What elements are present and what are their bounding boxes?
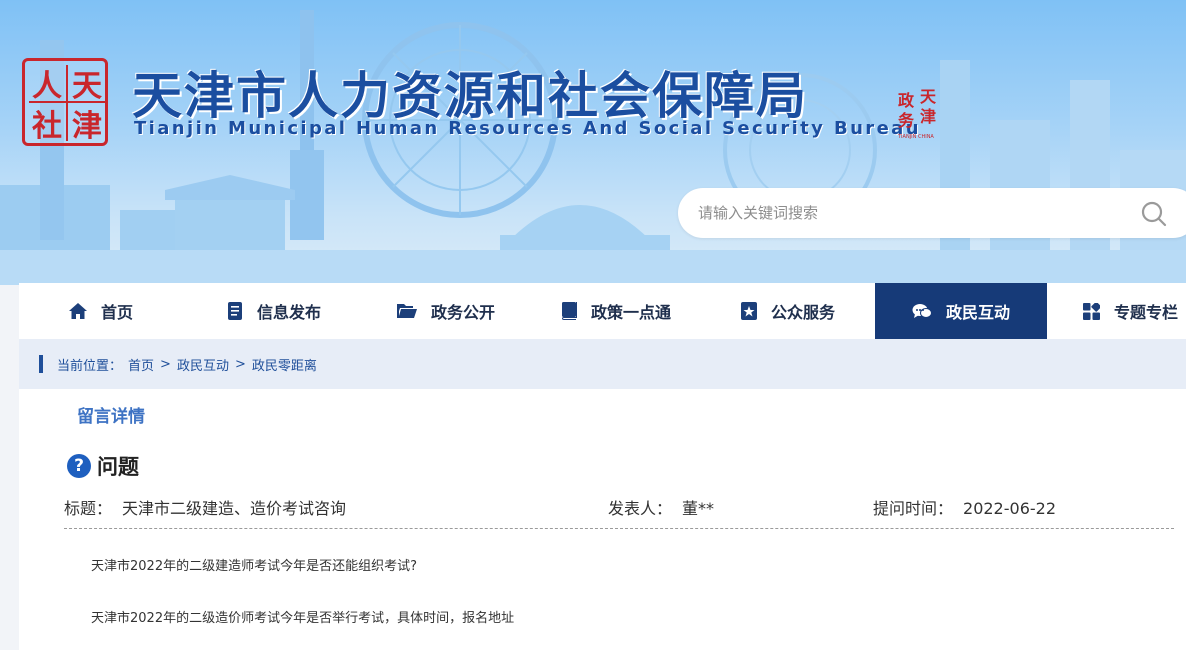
svg-text:津: 津 — [920, 107, 936, 126]
nav-item-special-topics[interactable]: 专题专栏 — [1083, 283, 1178, 339]
seal-char: 人 — [32, 69, 62, 104]
time-label: 提问时间： — [873, 499, 954, 518]
nav-label: 政民互动 — [945, 303, 1010, 322]
nav-item-policy[interactable]: 政策一点通 — [561, 283, 671, 339]
question-mark-icon: ? — [67, 454, 91, 478]
author-value: 董** — [682, 499, 715, 518]
nav-label: 专题专栏 — [1114, 303, 1179, 322]
breadcrumb-link-interaction[interactable]: 政民互动 — [177, 355, 229, 374]
svg-text:天: 天 — [920, 87, 937, 106]
chat-icon — [912, 304, 932, 318]
nav-label: 信息发布 — [257, 303, 322, 322]
question-paragraph: 天津市2022年的二级造价师考试今年是否举行考试，具体时间，报名地址 — [91, 611, 515, 626]
search-bar — [678, 188, 1186, 238]
site-title-english: Tianjin Municipal Human Resources And So… — [134, 118, 921, 139]
seal-char: 社 — [32, 109, 62, 144]
dashed-divider — [64, 528, 1174, 529]
nav-label: 首页 — [101, 303, 134, 322]
title-label: 标题： — [64, 499, 113, 518]
question-heading: ? 问题 — [67, 451, 139, 481]
author-label: 发表人： — [608, 499, 673, 518]
breadcrumb-prefix: 当前位置： — [57, 358, 123, 374]
bureau-seal-logo: 人 天 社 津 — [22, 58, 108, 146]
question-time-row: 提问时间： 2022-06-22 — [873, 495, 1056, 519]
star-bookmark-icon — [741, 302, 757, 320]
nav-item-public-service[interactable]: 公众服务 — [741, 283, 835, 339]
breadcrumb-link-zero-distance[interactable]: 政民零距离 — [252, 355, 317, 374]
breadcrumb-separator: > — [234, 356, 246, 372]
breadcrumb-marker — [39, 355, 43, 373]
question-heading-text: 问题 — [97, 455, 139, 479]
question-paragraph: 天津市2022年的二级建造师考试今年是否还能组织考试? — [91, 559, 417, 574]
breadcrumb: 当前位置： 首页 > 政民互动 > 政民零距离 — [19, 339, 1186, 389]
home-icon — [69, 303, 87, 319]
svg-text:TIANJIN CHINA: TIANJIN CHINA — [897, 134, 934, 140]
nav-item-home[interactable]: 首页 — [69, 283, 133, 339]
seal-char: 天 — [72, 69, 102, 104]
nav-label: 政务公开 — [431, 303, 496, 322]
nav-label: 公众服务 — [771, 303, 836, 322]
nav-item-interaction[interactable]: 政民互动 — [875, 283, 1047, 339]
city-skyline-illustration — [0, 10, 1186, 285]
seal-char: 津 — [72, 109, 102, 144]
main-navigation: 首页 信息发布 政务公开 政策一点通 公众服务 政民互动 专题专栏 — [19, 283, 1186, 339]
grid-icon — [1083, 302, 1100, 320]
question-author-row: 发表人： 董** — [608, 495, 714, 519]
nav-item-government-affairs[interactable]: 政务公开 — [397, 283, 495, 339]
message-detail-panel: 留言详情 ? 问题 标题： 天津市二级建造、造价考试咨询 发表人： 董** 提问时间… — [19, 389, 1186, 650]
title-value: 天津市二级建造、造价考试咨询 — [122, 499, 347, 518]
breadcrumb-link-home[interactable]: 首页 — [128, 355, 154, 374]
svg-text:政: 政 — [898, 91, 915, 110]
nav-item-info-release[interactable]: 信息发布 — [227, 283, 321, 339]
question-title-row: 标题： 天津市二级建造、造价考试咨询 — [64, 495, 346, 519]
breadcrumb-separator: > — [160, 356, 171, 372]
time-value: 2022-06-22 — [963, 499, 1056, 518]
section-title: 留言详情 — [77, 407, 145, 427]
search-input[interactable] — [698, 204, 1118, 222]
header-banner: 人 天 社 津 天津市人力资源和社会保障局 Tianjin Municipal … — [0, 0, 1186, 285]
document-icon — [228, 302, 242, 320]
nav-label: 政策一点通 — [591, 303, 672, 322]
folder-icon — [397, 304, 417, 318]
tianjin-government-emblem: 政 天 务 津 TIANJIN CHINA — [897, 87, 937, 140]
svg-text:务: 务 — [898, 111, 915, 130]
search-icon[interactable] — [1140, 200, 1168, 228]
book-icon — [562, 302, 577, 320]
